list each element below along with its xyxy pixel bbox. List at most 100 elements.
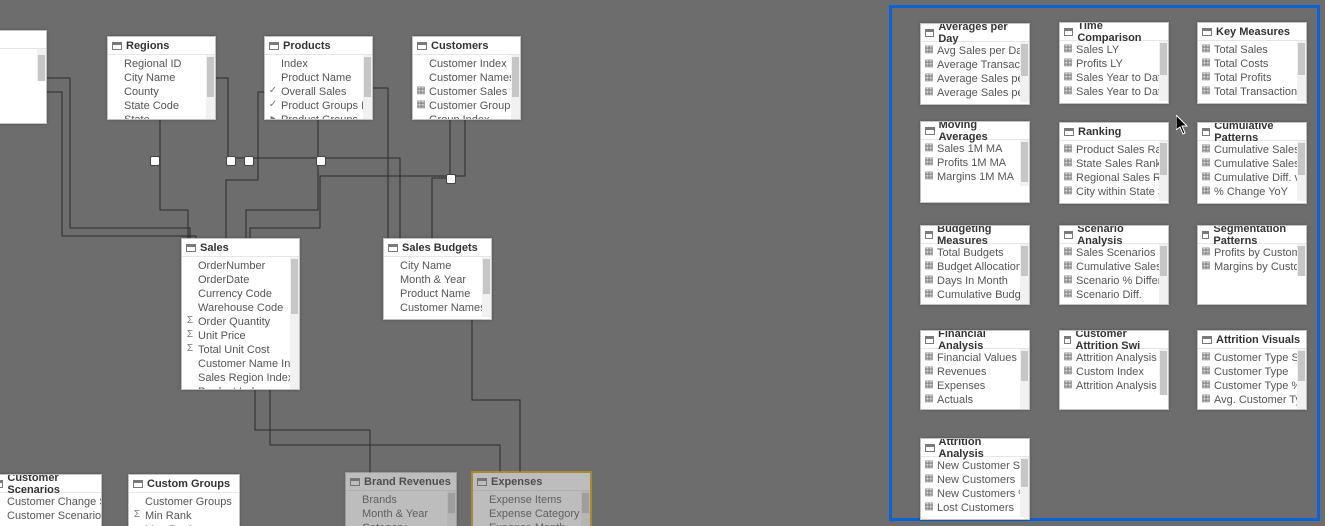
field-row[interactable]: Brands [346,493,456,507]
table-budgeting-measures[interactable]: Budgeting Measures▦Total Budgets▦Budget … [920,225,1030,305]
table-ranking[interactable]: Ranking▦Product Sales Rank▦State Sales R… [1059,122,1169,204]
field-row[interactable]: Customer Scenarios [0,509,101,523]
scrollbar[interactable] [1297,349,1306,409]
field-row[interactable]: State [108,113,215,120]
scrollbar[interactable] [290,257,299,390]
scrollbar[interactable] [1297,244,1306,276]
field-row[interactable]: ▦Avg. Customer Type [1198,393,1306,407]
table-averages-per-day[interactable]: Averages per Day▦Avg Sales per Day▦Avera… [920,23,1030,105]
scrollbar[interactable] [206,55,215,120]
field-row[interactable]: ▦Sales 1M MA [921,142,1029,156]
field-row[interactable]: ΣUnit Price [182,329,299,343]
scrollbar[interactable] [1020,349,1029,409]
scrollbar[interactable] [1159,41,1168,101]
field-row[interactable]: ▦Total Profits [1198,71,1306,85]
field-row[interactable]: Warehouse Code [182,301,299,315]
field-row[interactable]: ▦Customer Type % [1198,379,1306,393]
table-customer-scenarios[interactable]: Customer ScenariosCustomer Change ScenCu… [0,474,102,526]
field-row[interactable]: ▦City within State Sale [1060,185,1168,199]
table-segmentation-patterns[interactable]: Segmentation Patterns▦Profits by Custom … [1197,225,1307,305]
field-row[interactable]: ▦Budget Allocation [921,260,1029,274]
field-row[interactable]: ▦New Customers [921,473,1029,487]
scrollbar[interactable] [511,55,520,120]
field-row[interactable]: ▦Profits 1M MA [921,156,1029,170]
field-row[interactable]: ▦Regional Sales Rank [1060,171,1168,185]
field-row[interactable]: Customer Names [413,71,520,85]
field-row[interactable]: ▦Avg Sales per Day [921,44,1029,58]
field-row[interactable]: ▦Product Sales Rank [1060,143,1168,157]
field-row[interactable]: Category [346,521,456,526]
field-row[interactable]: ▦Average Transactions [921,58,1029,72]
table-customer-attrition-swi[interactable]: Customer Attrition Swi▦Attrition Analysi… [1059,330,1169,410]
table-brand-revenues[interactable]: Brand RevenuesBrandsMonth & YearCategory [345,472,457,526]
field-row[interactable]: ▦% Change YoY [1198,185,1306,199]
field-row[interactable]: ▦Average Sales per M [921,72,1029,86]
table-scenario-analysis[interactable]: Scenario Analysis▦Sales Scenarios▦Cumula… [1059,225,1169,305]
table-custom-groups[interactable]: Custom GroupsCustomer GroupsΣMin RankMax… [128,474,240,526]
field-row[interactable]: ▦Cumulative Diff. vs L [1198,171,1306,185]
table-attrition-analysis[interactable]: Attrition Analysis▦New Customer Sales▦Ne… [920,438,1030,520]
field-row[interactable]: ✓Product Groups Ind [265,99,372,113]
field-row[interactable]: ▦Sales LY [1060,43,1168,57]
table-time-comparison[interactable]: Time Comparison▦Sales LY▦Profits LY▦Sale… [1059,22,1169,104]
field-row[interactable]: ▦Attrition Analysis [1060,351,1168,365]
field-row[interactable]: ▦Sales Year to Date [1060,71,1168,85]
field-row[interactable]: ΣTotal Unit Cost [182,343,299,357]
field-row[interactable]: ΣMin Rank [129,509,239,523]
scrollbar[interactable] [1020,140,1029,186]
field-row[interactable]: Product Name [265,71,372,85]
field-row[interactable]: ▦State Sales Rank [1060,157,1168,171]
scrollbar[interactable] [1159,349,1168,395]
field-row[interactable]: OrderNumber [182,259,299,273]
table-moving-averages[interactable]: Moving Averages▦Sales 1M MA▦Profits 1M M… [920,121,1030,203]
field-row[interactable]: ▦Customer Type [1198,365,1306,379]
field-row[interactable]: OrderDate [182,273,299,287]
field-row[interactable]: ▦Days In Month [921,274,1029,288]
field-row[interactable]: Customer Change Scen [0,495,101,509]
field-row[interactable]: ▦Revenues [921,365,1029,379]
table-cumulative-patterns[interactable]: Cumulative Patterns▦Cumulative Sales▦Cum… [1197,122,1307,204]
field-row[interactable]: ▦Financial Values [921,351,1029,365]
field-row[interactable]: ▦Sales Scenarios [1060,246,1168,260]
field-row[interactable]: ▦Total Budgets [921,246,1029,260]
scrollbar[interactable] [1020,42,1029,102]
field-row[interactable]: ▦Custom Index [1060,365,1168,379]
table-financial-analysis[interactable]: Financial Analysis▦Financial Values▦Reve… [920,330,1030,410]
field-row[interactable]: Customer Names [384,301,491,315]
field-row[interactable]: Index [265,57,372,71]
field-row[interactable]: ▦Actuals [921,393,1029,407]
field-row[interactable]: Product Name [384,287,491,301]
field-row[interactable]: ▦Attrition Analysis Type [1060,379,1168,393]
scrollbar[interactable] [1020,457,1029,517]
field-row[interactable]: ▦Average Sales per Cu [921,86,1029,100]
table-sales[interactable]: SalesOrderNumberOrderDateCurrency CodeWa… [181,238,300,390]
scrollbar[interactable] [363,55,372,120]
field-row[interactable]: Sales Region Index [182,371,299,385]
table-customers[interactable]: CustomersCustomer IndexCustomer Names▦Cu… [412,36,521,120]
field-row[interactable]: ▦Total Transactions [1198,85,1306,99]
table-regions[interactable]: RegionsRegional IDCity NameCountyState C… [107,36,216,120]
field-row[interactable]: ✓Overall Sales [265,85,372,99]
scrollbar[interactable] [581,491,590,526]
scrollbar[interactable] [482,257,491,317]
field-row[interactable]: ▦Cumulative Sales [1198,143,1306,157]
scrollbar[interactable] [447,491,456,526]
field-row[interactable]: ▦Scenario % Difference [1060,274,1168,288]
field-row[interactable]: ▦New Customers % [921,487,1029,501]
field-row[interactable]: Customer Name Index [182,357,299,371]
field-row[interactable]: ▦Total Costs [1198,57,1306,71]
field-row[interactable]: City Name [108,71,215,85]
field-row[interactable]: ▦Sales Year to Date LY [1060,85,1168,99]
table-attrition-visuals[interactable]: Attrition Visuals▦Customer Type Sales▦Cu… [1197,330,1307,410]
field-row[interactable]: Expense Category [473,507,590,521]
field-row[interactable]: Product Index [182,385,299,390]
field-row[interactable]: Expense Items [473,493,590,507]
field-row[interactable]: ▦Customer Group [413,99,520,113]
field-row[interactable]: Month & Year [384,273,491,287]
field-row[interactable]: ▦Margins 1M MA [921,170,1029,184]
table-products[interactable]: ProductsIndexProduct Name✓Overall Sales✓… [264,36,373,120]
table-sales-budgets[interactable]: Sales BudgetsCity NameMonth & YearProduc… [383,238,492,320]
field-row[interactable]: Customer Groups [129,495,239,509]
field-row[interactable]: ▦Customer Sales Rank [413,85,520,99]
field-row[interactable]: ▦Expenses [921,379,1029,393]
